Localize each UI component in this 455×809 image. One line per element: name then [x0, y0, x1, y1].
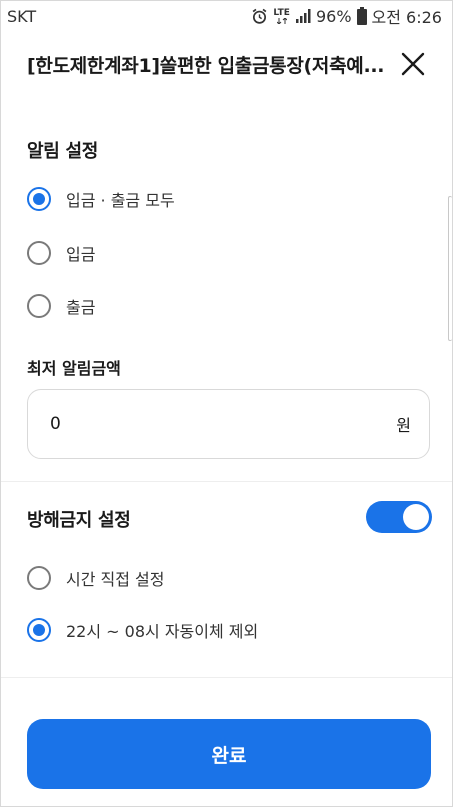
section-divider — [1, 677, 452, 678]
minimum-amount-title: 최저 알림금액 — [27, 359, 121, 378]
scroll-indicator — [448, 196, 452, 341]
do-not-disturb-title: 방해금지 설정 — [27, 510, 131, 531]
app-screen: SKT LTE 96% 오전 6:26 [한도제한계좌1]쏠편한 입출금통장(저… — [0, 0, 453, 807]
signal-icon — [295, 8, 311, 24]
radio-checked[interactable] — [27, 187, 51, 211]
radio-option-custom-time[interactable]: 시간 직접 설정 — [27, 566, 165, 590]
radio-label: 입금 · 출금 모두 — [66, 191, 175, 210]
confirm-button[interactable]: 완료 — [27, 719, 431, 789]
alert-settings-title: 알림 설정 — [27, 141, 99, 162]
lte-icon: LTE — [273, 7, 290, 24]
amount-unit: 원 — [396, 416, 411, 435]
minimum-amount-input[interactable] — [48, 413, 397, 435]
radio-option-auto-exclude[interactable]: 22시 ~ 08시 자동이체 제외 — [27, 618, 258, 642]
close-icon — [401, 52, 425, 76]
radio-checked[interactable] — [27, 618, 51, 642]
network-label: LTE — [273, 7, 290, 18]
radio-unchecked[interactable] — [27, 566, 51, 590]
status-bar: SKT LTE 96% 오전 6:26 — [1, 1, 452, 31]
do-not-disturb-toggle[interactable] — [366, 501, 432, 533]
radio-label: 입금 — [66, 245, 96, 264]
status-icons: LTE 96% 오전 6:26 — [251, 4, 442, 28]
radio-unchecked[interactable] — [27, 241, 51, 265]
battery-icon — [356, 7, 367, 25]
radio-option-withdraw[interactable]: 출금 — [27, 294, 95, 318]
alarm-icon — [251, 8, 268, 25]
radio-label: 출금 — [66, 298, 96, 317]
close-button[interactable] — [398, 49, 428, 79]
toggle-knob — [403, 504, 429, 530]
time-label: 오전 6:26 — [371, 8, 442, 27]
minimum-amount-field[interactable]: 원 — [27, 389, 430, 459]
battery-label: 96% — [315, 6, 352, 26]
section-divider — [1, 481, 452, 482]
dialog-header: [한도제한계좌1]쏠편한 입출금통장(저축예... — [1, 39, 452, 89]
radio-unchecked[interactable] — [27, 294, 51, 318]
radio-label: 22시 ~ 08시 자동이체 제외 — [66, 622, 259, 641]
radio-option-all[interactable]: 입금 · 출금 모두 — [27, 187, 175, 211]
radio-option-deposit[interactable]: 입금 — [27, 241, 95, 265]
radio-label: 시간 직접 설정 — [66, 570, 165, 589]
account-title: [한도제한계좌1]쏠편한 입출금통장(저축예... — [27, 54, 385, 77]
carrier-label: SKT — [7, 6, 37, 26]
